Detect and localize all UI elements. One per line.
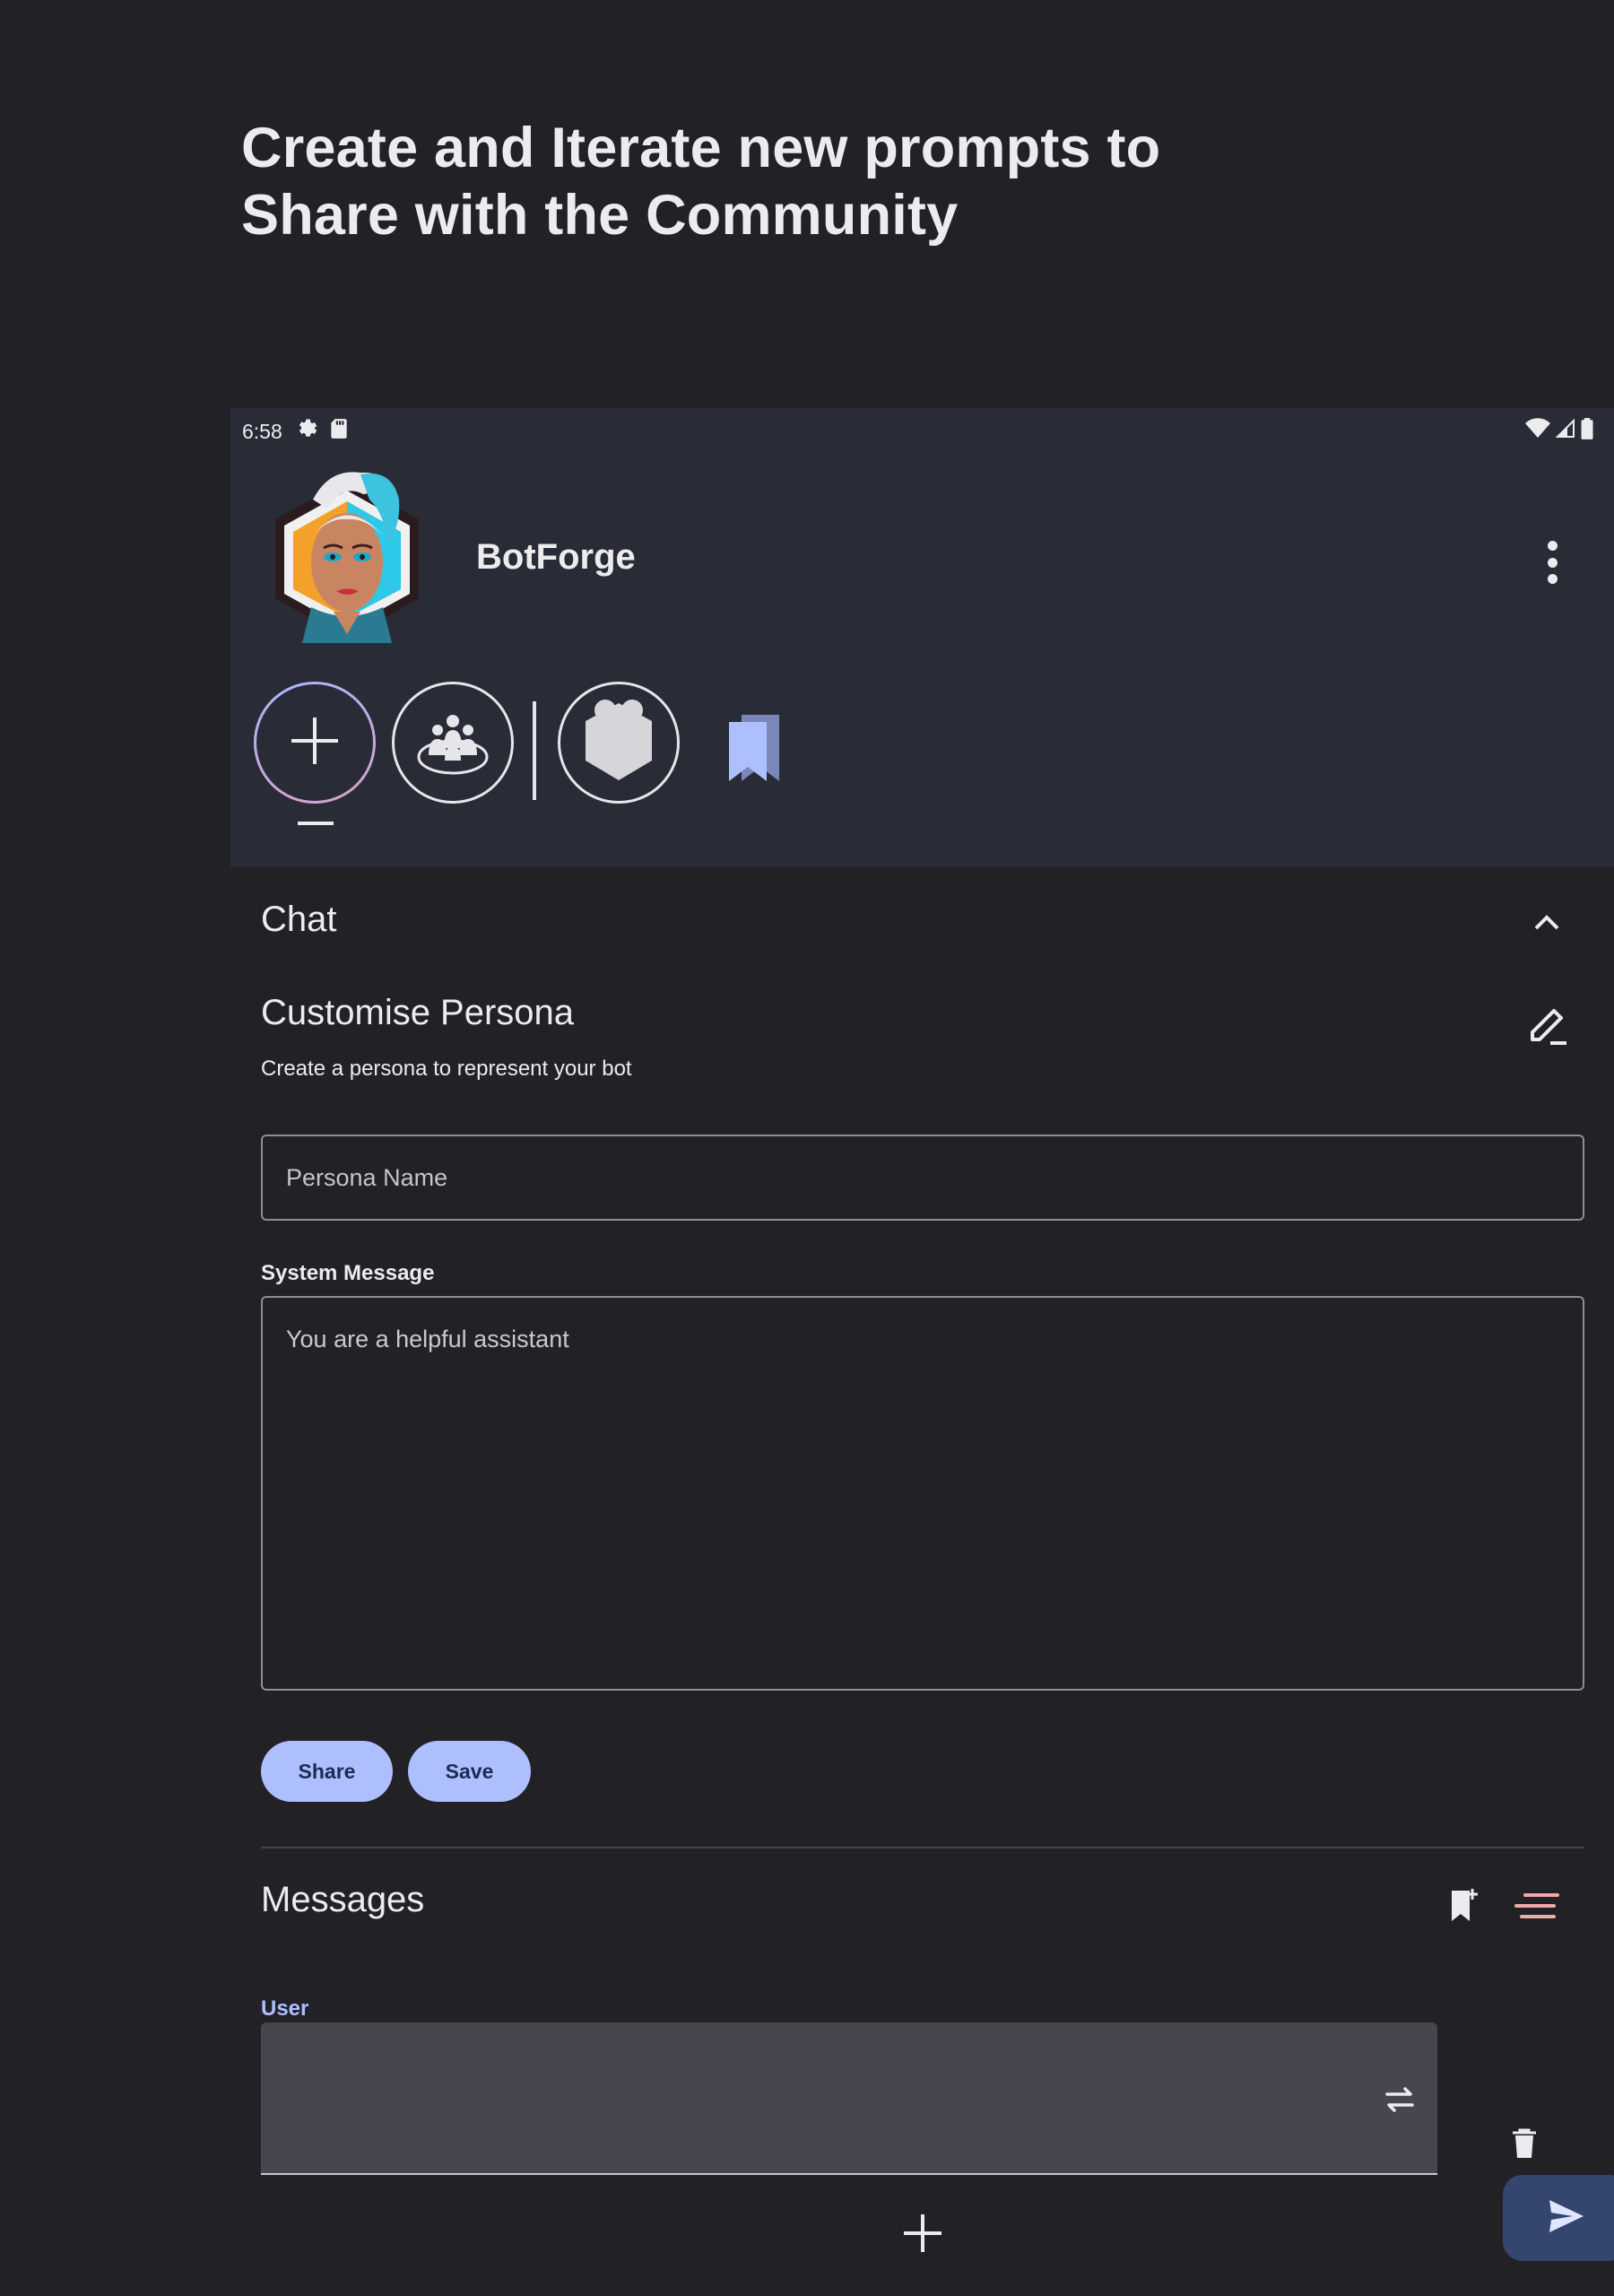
sort-lines-icon[interactable] [1507,1879,1565,1933]
send-icon [1546,2196,1585,2240]
wifi-icon [1524,418,1551,445]
app-header: 6:58 BotForge [230,408,1614,867]
tab-bookmarks[interactable] [724,711,786,783]
system-message-label: System Message [261,1261,435,1285]
bookmark-add-icon[interactable] [1439,1879,1489,1933]
system-message-field[interactable] [261,1296,1584,1691]
chat-section-title: Chat [261,900,337,939]
add-icon[interactable] [896,2206,950,2260]
share-button[interactable]: Share [261,1741,393,1802]
chevron-up-icon[interactable] [1522,898,1572,948]
promo-headline: Create and Iterate new prompts to Share … [241,115,1160,249]
community-icon [412,705,493,781]
status-time: 6:58 [242,419,282,443]
swap-icon[interactable] [1378,2078,1421,2121]
edit-pencil-icon[interactable] [1518,998,1575,1056]
send-button[interactable] [1503,2175,1614,2261]
gear-icon [293,416,318,447]
tab-bar [230,682,1614,825]
persona-hexagon-icon [578,696,659,790]
tab-new-prompt[interactable] [254,682,376,804]
delete-icon[interactable] [1502,2121,1547,2166]
message-role-label[interactable]: User [261,1996,308,2022]
tab-divider [533,701,536,800]
app-name: BotForge [476,537,636,577]
battery-icon [1580,417,1594,446]
plus-icon [286,712,343,774]
headline-line-1: Create and Iterate new prompts to [241,117,1161,179]
sd-card-icon [329,417,349,446]
bot-avatar[interactable] [257,464,437,652]
headline-line-2: Share with the Community [241,184,959,247]
persona-subtitle: Create a persona to represent your bot [261,1057,632,1081]
status-bar: 6:58 [242,413,1594,449]
more-vertical-icon[interactable] [1537,535,1567,589]
tab-community[interactable] [392,682,514,804]
bookmarks-icon [724,715,786,787]
section-divider [261,1847,1584,1848]
tab-selected-indicator [298,822,334,825]
messages-title: Messages [261,1880,425,1919]
message-input[interactable] [261,2022,1437,2175]
persona-name-field[interactable] [261,1135,1584,1221]
signal-icon [1555,418,1576,445]
tab-persona[interactable] [558,682,680,804]
save-button[interactable]: Save [408,1741,531,1802]
persona-title: Customise Persona [261,993,575,1032]
app-screen: 6:58 BotForge Chat Customise Persona Cre… [230,408,1614,2296]
